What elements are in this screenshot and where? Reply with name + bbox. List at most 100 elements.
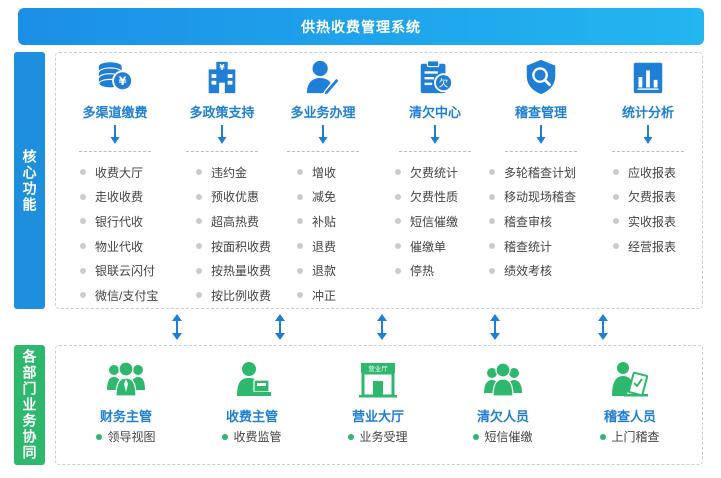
dept-fee-manager[interactable]: 收费主管 收费监管	[202, 360, 302, 445]
dept-function: 上门稽查	[580, 428, 680, 445]
list-item[interactable]: 退费	[297, 234, 336, 259]
list-item[interactable]: 催缴单	[395, 234, 458, 259]
list-item[interactable]: 银行代收	[80, 209, 158, 234]
bullet-icon	[222, 433, 229, 440]
svg-text:欠: 欠	[439, 78, 449, 90]
divider	[79, 151, 151, 152]
list-item[interactable]: 欠费报表	[613, 185, 676, 210]
list-item[interactable]: 银联云闪付	[80, 258, 158, 283]
service-hall-icon: 营业厅	[359, 363, 397, 398]
list-item[interactable]: 绩效考核	[489, 258, 576, 283]
list-item[interactable]: 违约金	[196, 160, 271, 185]
arrears-list: 欠费统计 欠费性质 短信催缴 催缴单 停热	[395, 160, 458, 283]
module-title: 多渠道缴费	[82, 105, 148, 120]
list-item[interactable]: 减免	[297, 185, 336, 210]
dept-title: 清欠人员	[476, 409, 529, 424]
module-title: 稽查管理	[514, 105, 567, 120]
list-item[interactable]: 按热量收费	[196, 258, 271, 283]
bullet-icon	[297, 218, 303, 225]
clipboard-arrears-icon: 欠	[420, 60, 454, 94]
list-item[interactable]: 应收报表	[613, 160, 676, 185]
bullet-icon	[395, 193, 401, 200]
two-way-arrow-icon	[377, 314, 387, 340]
module-title: 清欠中心	[408, 105, 461, 120]
dept-title: 营业大厅	[351, 409, 404, 424]
module-title: 统计分析	[621, 105, 674, 120]
bullet-icon	[297, 292, 303, 299]
module-inspection[interactable]: 稽查管理	[486, 58, 596, 152]
dept-finance-manager[interactable]: 财务主管 领导视图	[76, 360, 176, 445]
list-item[interactable]: 补贴	[297, 209, 336, 234]
module-arrears-center[interactable]: 欠 清欠中心	[380, 58, 490, 152]
bullet-icon	[348, 433, 355, 440]
list-item[interactable]: 实收报表	[613, 209, 676, 234]
list-item[interactable]: 预收优惠	[196, 185, 271, 210]
bullet-icon	[196, 218, 202, 225]
module-multi-channel-payment[interactable]: ¥ 多渠道缴费	[60, 58, 170, 152]
building-yen-icon: ¥	[208, 61, 236, 94]
cashier-icon	[237, 362, 271, 396]
list-item[interactable]: 短信催缴	[395, 209, 458, 234]
inspector-icon	[612, 362, 649, 397]
list-item[interactable]: 按比例收费	[196, 283, 271, 308]
list-item[interactable]: 走收收费	[80, 185, 158, 210]
dept-arrears-staff[interactable]: 清欠人员 短信催缴	[453, 360, 553, 445]
bullet-icon	[196, 267, 202, 274]
bullet-icon	[196, 243, 202, 250]
arrow-down-icon	[430, 125, 440, 144]
list-item[interactable]: 多轮稽查计划	[489, 160, 576, 185]
dept-inspector[interactable]: 稽查人员 上门稽查	[580, 360, 680, 445]
bullet-icon	[96, 433, 103, 440]
list-item[interactable]: 微信/支付宝	[80, 283, 158, 308]
two-way-arrow-icon	[490, 314, 500, 340]
user-pen-icon	[306, 60, 340, 96]
dept-service-hall[interactable]: 营业厅 营业大厅 业务受理	[328, 360, 428, 445]
arrow-down-icon	[110, 125, 120, 144]
bullet-icon	[613, 218, 619, 225]
two-way-arrow-icon	[172, 314, 182, 340]
bullet-icon	[196, 193, 202, 200]
bullet-icon	[297, 169, 303, 176]
bullet-icon	[80, 193, 86, 200]
team-icon	[107, 361, 145, 397]
bullet-icon	[80, 267, 86, 274]
list-item[interactable]: 物业代收	[80, 234, 158, 259]
bullet-icon	[395, 267, 401, 274]
module-multi-business[interactable]: 多业务办理	[268, 58, 378, 152]
list-item[interactable]: 欠费统计	[395, 160, 458, 185]
statistics-list: 应收报表 欠费报表 实收报表 经营报表	[613, 160, 676, 258]
list-item[interactable]: 按面积收费	[196, 234, 271, 259]
svg-text:¥: ¥	[119, 74, 127, 88]
module-multi-policy[interactable]: ¥ 多政策支持	[167, 58, 277, 152]
dept-title: 稽查人员	[603, 409, 656, 424]
list-item[interactable]: 冲正	[297, 283, 336, 308]
list-item[interactable]: 稽查审核	[489, 209, 576, 234]
bullet-icon	[613, 169, 619, 176]
list-item[interactable]: 增收	[297, 160, 336, 185]
list-item[interactable]: 稽查统计	[489, 234, 576, 259]
list-item[interactable]: 移动现场稽查	[489, 185, 576, 210]
bullet-icon	[297, 267, 303, 274]
bullet-icon	[80, 169, 86, 176]
dept-title: 财务主管	[99, 409, 152, 424]
dept-title: 收费主管	[225, 409, 278, 424]
module-title: 多业务办理	[290, 105, 356, 120]
payment-channel-list: 收费大厅 走收收费 银行代收 物业代收 银联云闪付 微信/支付宝	[80, 160, 158, 308]
system-title: 供热收费管理系统	[18, 8, 704, 45]
list-item[interactable]: 超高热费	[196, 209, 271, 234]
arrow-down-icon	[318, 125, 328, 144]
divider	[399, 151, 471, 152]
list-item[interactable]: 经营报表	[613, 234, 676, 259]
divider	[612, 151, 684, 152]
two-way-arrow-icon	[275, 314, 285, 340]
list-item[interactable]: 退款	[297, 258, 336, 283]
module-title: 多政策支持	[189, 105, 255, 120]
arrow-down-icon	[643, 125, 653, 144]
list-item[interactable]: 欠费性质	[395, 185, 458, 210]
inspection-list: 多轮稽查计划 移动现场稽查 稽查审核 稽查统计 绩效考核	[489, 160, 576, 283]
list-item[interactable]: 收费大厅	[80, 160, 158, 185]
divider	[505, 151, 577, 152]
core-functions-label: 核心功能	[14, 52, 45, 309]
list-item[interactable]: 停热	[395, 258, 458, 283]
module-statistics[interactable]: 统计分析	[593, 58, 703, 152]
